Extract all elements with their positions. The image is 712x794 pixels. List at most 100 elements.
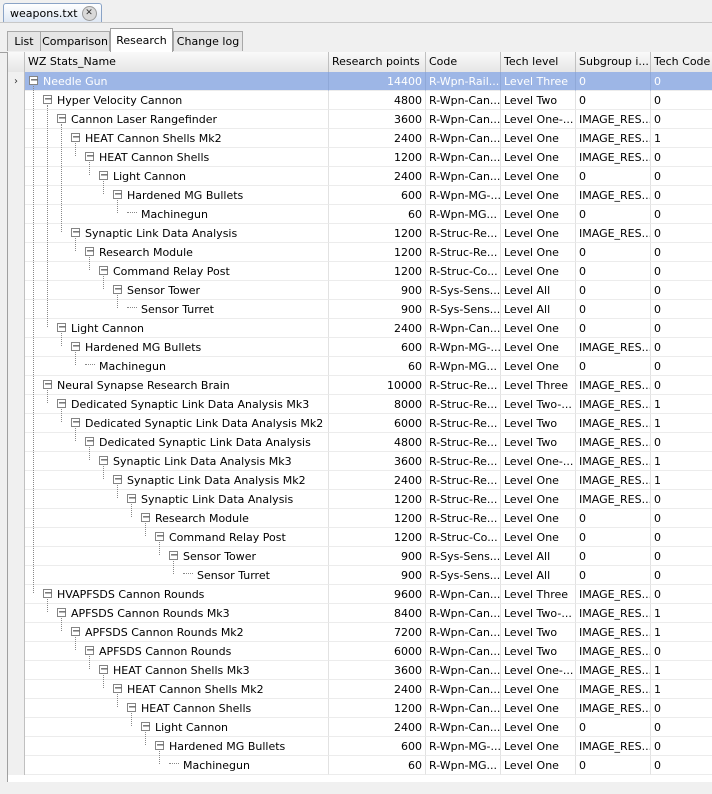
tech-level-cell[interactable]: Level All [501,547,576,566]
column-header-tech-code[interactable]: Tech Code [651,52,712,72]
code-cell[interactable]: R-Wpn-Can... [426,642,501,661]
tab-research[interactable]: Research [110,28,173,52]
tech-level-cell[interactable]: Level One [501,262,576,281]
table-row[interactable]: − Sensor Tower 900 R-Sys-Sens... Level All 0 0 [8,281,712,300]
collapse-icon[interactable]: − [113,475,122,485]
row-indicator[interactable] [8,566,25,585]
code-cell[interactable]: R-Struc-Re... [426,395,501,414]
tech-level-cell[interactable]: Level One [501,680,576,699]
table-row[interactable]: − HEAT Cannon Shells Mk2 2400 R-Wpn-Can... L… [8,680,712,699]
name-cell[interactable]: Machinegun [25,205,329,224]
tech-level-cell[interactable]: Level One [501,718,576,737]
table-row[interactable]: − Hardened MG Bullets 600 R-Wpn-MG-... Level… [8,338,712,357]
tech-level-cell[interactable]: Level One [501,357,576,376]
name-cell[interactable]: − HEAT Cannon Shells Mk2 [25,680,329,699]
subgroup-cell[interactable]: 0 [576,281,651,300]
name-cell[interactable]: − Dedicated Synaptic Link Data Analysis [25,433,329,452]
subgroup-cell[interactable]: IMAGE_RES... [576,129,651,148]
research-points-cell[interactable]: 8400 [329,604,426,623]
name-cell[interactable]: − APFSDS Cannon Rounds Mk3 [25,604,329,623]
column-header-code[interactable]: Code [426,52,501,72]
row-indicator[interactable] [8,547,25,566]
name-cell[interactable]: − Synaptic Link Data Analysis Mk3 [25,452,329,471]
code-cell[interactable]: R-Struc-Re... [426,490,501,509]
name-cell[interactable]: Machinegun [25,756,329,775]
collapse-icon[interactable]: − [99,456,108,466]
row-indicator[interactable] [8,718,25,737]
row-indicator[interactable] [8,357,25,376]
name-cell[interactable]: − Cannon Laser Rangefinder [25,110,329,129]
research-points-cell[interactable]: 900 [329,547,426,566]
subgroup-cell[interactable]: 0 [576,756,651,775]
subgroup-cell[interactable]: IMAGE_RES... [576,680,651,699]
table-row[interactable]: − Light Cannon 2400 R-Wpn-Can... Level One 0 0 [8,167,712,186]
tech-code-cell[interactable]: 1 [651,471,712,490]
code-cell[interactable]: R-Wpn-MG-... [426,338,501,357]
research-points-cell[interactable]: 10000 [329,376,426,395]
subgroup-cell[interactable]: IMAGE_RES... [576,338,651,357]
tech-level-cell[interactable]: Level Two [501,91,576,110]
research-points-cell[interactable]: 1200 [329,699,426,718]
research-points-cell[interactable]: 1200 [329,243,426,262]
code-cell[interactable]: R-Struc-Re... [426,471,501,490]
table-row[interactable]: Machinegun 60 R-Wpn-MG... Level One 0 0 [8,205,712,224]
tech-level-cell[interactable]: Level One [501,148,576,167]
research-points-cell[interactable]: 4800 [329,91,426,110]
table-row[interactable]: Sensor Turret 900 R-Sys-Sens... Level All 0 0 [8,566,712,585]
tech-code-cell[interactable]: 0 [651,433,712,452]
collapse-icon[interactable]: − [113,684,122,694]
current-row-indicator-icon[interactable]: › [8,72,25,91]
code-cell[interactable]: R-Struc-Re... [426,243,501,262]
table-row[interactable]: − Synaptic Link Data Analysis Mk2 2400 R-St… [8,471,712,490]
subgroup-cell[interactable]: IMAGE_RES... [576,585,651,604]
table-row[interactable]: − HVAPFSDS Cannon Rounds 9600 R-Wpn-Can... L… [8,585,712,604]
code-cell[interactable]: R-Wpn-MG... [426,357,501,376]
tech-code-cell[interactable]: 1 [651,395,712,414]
collapse-icon[interactable]: − [141,513,150,523]
code-cell[interactable]: R-Wpn-MG-... [426,186,501,205]
code-cell[interactable]: R-Wpn-Can... [426,699,501,718]
collapse-icon[interactable]: − [113,190,122,200]
tech-level-cell[interactable]: Level One [501,129,576,148]
row-indicator[interactable] [8,585,25,604]
subgroup-cell[interactable]: 0 [576,566,651,585]
code-cell[interactable]: R-Struc-Re... [426,433,501,452]
tech-level-cell[interactable]: Level One [501,756,576,775]
subgroup-cell[interactable]: 0 [576,528,651,547]
collapse-icon[interactable]: − [127,703,136,713]
code-cell[interactable]: R-Struc-Co... [426,262,501,281]
name-cell[interactable]: − Synaptic Link Data Analysis [25,224,329,243]
research-tree-grid[interactable]: WZ Stats_Name Research points Code Tech … [7,52,712,782]
tech-level-cell[interactable]: Level One [501,186,576,205]
name-cell[interactable]: − HEAT Cannon Shells Mk2 [25,129,329,148]
name-cell[interactable]: − Research Module [25,243,329,262]
row-indicator[interactable] [8,148,25,167]
table-row[interactable]: − Hyper Velocity Cannon 4800 R-Wpn-Can... Le… [8,91,712,110]
code-cell[interactable]: R-Wpn-MG... [426,205,501,224]
name-cell[interactable]: − APFSDS Cannon Rounds [25,642,329,661]
row-indicator[interactable] [8,623,25,642]
row-indicator[interactable] [8,167,25,186]
collapse-icon[interactable]: − [57,114,66,124]
tech-level-cell[interactable]: Level Two [501,414,576,433]
research-points-cell[interactable]: 900 [329,281,426,300]
row-indicator[interactable] [8,110,25,129]
tech-code-cell[interactable]: 0 [651,357,712,376]
row-indicator[interactable] [8,528,25,547]
collapse-icon[interactable]: − [71,627,80,637]
code-cell[interactable]: R-Wpn-Can... [426,718,501,737]
research-points-cell[interactable]: 3600 [329,661,426,680]
collapse-icon[interactable]: − [43,95,52,105]
table-row[interactable]: − Command Relay Post 1200 R-Struc-Co... Leve… [8,528,712,547]
research-points-cell[interactable]: 4800 [329,433,426,452]
name-cell[interactable]: − Synaptic Link Data Analysis Mk2 [25,471,329,490]
tech-level-cell[interactable]: Level Three [501,376,576,395]
subgroup-cell[interactable]: IMAGE_RES... [576,490,651,509]
tech-level-cell[interactable]: Level One [501,319,576,338]
tech-code-cell[interactable]: 0 [651,699,712,718]
row-indicator[interactable] [8,699,25,718]
code-cell[interactable]: R-Wpn-Can... [426,623,501,642]
column-header-tech-level[interactable]: Tech level [501,52,576,72]
tech-code-cell[interactable]: 0 [651,509,712,528]
name-cell[interactable]: − Neural Synapse Research Brain [25,376,329,395]
